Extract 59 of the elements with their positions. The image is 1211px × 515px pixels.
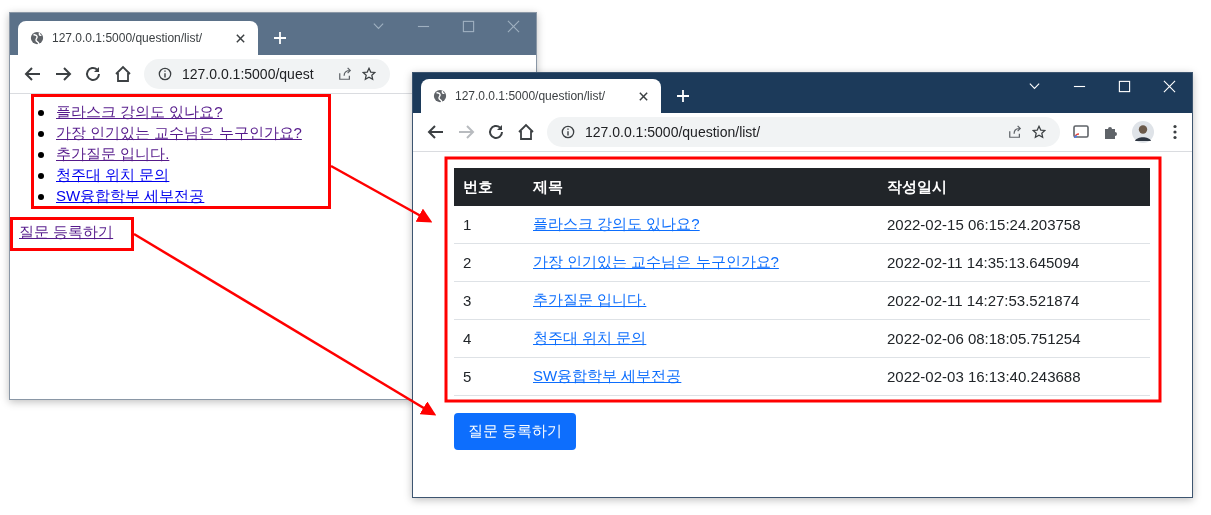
question-link[interactable]: SW융합학부 세부전공 <box>533 367 682 384</box>
question-link[interactable]: 추가질문 입니다. <box>56 145 170 164</box>
column-header: 번호 <box>454 168 524 206</box>
new-tab-icon[interactable] <box>676 89 690 103</box>
table-cell: 1 <box>463 216 472 233</box>
address-bar[interactable]: 127.0.0.1:5000/quest <box>144 59 390 89</box>
register-button[interactable]: 질문 등록하기 <box>454 413 577 450</box>
back-arrow-icon[interactable] <box>24 65 42 83</box>
bullet-icon <box>38 130 44 137</box>
share-icon[interactable] <box>338 67 352 81</box>
star-icon[interactable] <box>1032 125 1046 139</box>
table-cell: 2022-02-15 06:15:24.203758 <box>887 216 1081 233</box>
column-header: 제목 <box>524 168 878 206</box>
new-tab-icon[interactable] <box>273 31 287 45</box>
bullet-icon <box>38 109 44 116</box>
bullet-icon <box>38 193 44 200</box>
question-link[interactable]: 추가질문 입니다. <box>533 291 647 308</box>
browser-tab[interactable]: 127.0.0.1:5000/question/list/ <box>18 21 258 55</box>
question-link[interactable]: 청주대 위치 문의 <box>533 329 647 346</box>
table-cell: 2022-02-03 16:13:40.243688 <box>887 368 1081 385</box>
question-link[interactable]: 가장 인기있는 교수님은 누구인가요? <box>56 124 302 143</box>
table-cell: 2 <box>463 254 472 271</box>
home-icon[interactable] <box>114 65 132 83</box>
url-text: 127.0.0.1:5000/question/list/ <box>585 124 762 140</box>
question-link[interactable]: 플라스크 강의도 있나요? <box>533 215 700 232</box>
info-icon <box>561 125 575 139</box>
star-icon[interactable] <box>362 67 376 81</box>
bullet-icon <box>38 172 44 179</box>
back-arrow-icon[interactable] <box>427 123 445 141</box>
tab-title: 127.0.0.1:5000/question/list/ <box>52 31 204 45</box>
forward-arrow-icon[interactable] <box>54 65 72 83</box>
bullet-icon <box>38 151 44 158</box>
question-link[interactable]: 플라스크 강의도 있나요? <box>56 103 223 122</box>
question-link[interactable]: 청주대 위치 문의 <box>56 166 170 185</box>
table-cell: 2022-02-11 14:35:13.645094 <box>887 254 1080 271</box>
question-link[interactable]: SW융합학부 세부전공 <box>56 187 205 206</box>
question-link[interactable]: 가장 인기있는 교수님은 누구인가요? <box>533 253 779 270</box>
close-icon[interactable] <box>638 90 649 102</box>
url-text: 127.0.0.1:5000/quest <box>182 66 315 82</box>
register-link[interactable]: 질문 등록하기 <box>19 223 114 242</box>
home-icon[interactable] <box>517 123 535 141</box>
globe-icon <box>30 31 44 45</box>
table-cell: 3 <box>463 292 472 309</box>
reload-icon[interactable] <box>487 123 505 141</box>
tab-title: 127.0.0.1:5000/question/list/ <box>455 89 607 103</box>
cast-icon[interactable] <box>1072 123 1090 141</box>
info-icon <box>158 67 172 81</box>
table-cell: 2022-02-11 14:27:53.521874 <box>887 292 1080 309</box>
table-cell: 2022-02-06 08:18:05.751254 <box>887 330 1081 347</box>
close-icon[interactable] <box>235 32 246 44</box>
reload-icon[interactable] <box>84 65 102 83</box>
avatar-icon[interactable] <box>1132 121 1154 143</box>
globe-icon <box>433 89 447 103</box>
table-cell: 5 <box>463 368 472 385</box>
browser-tab[interactable]: 127.0.0.1:5000/question/list/ <box>421 79 661 113</box>
table-cell: 4 <box>463 330 472 347</box>
column-header: 작성일시 <box>878 168 1150 206</box>
share-icon[interactable] <box>1008 125 1022 139</box>
address-bar[interactable]: 127.0.0.1:5000/question/list/ <box>547 117 1060 147</box>
